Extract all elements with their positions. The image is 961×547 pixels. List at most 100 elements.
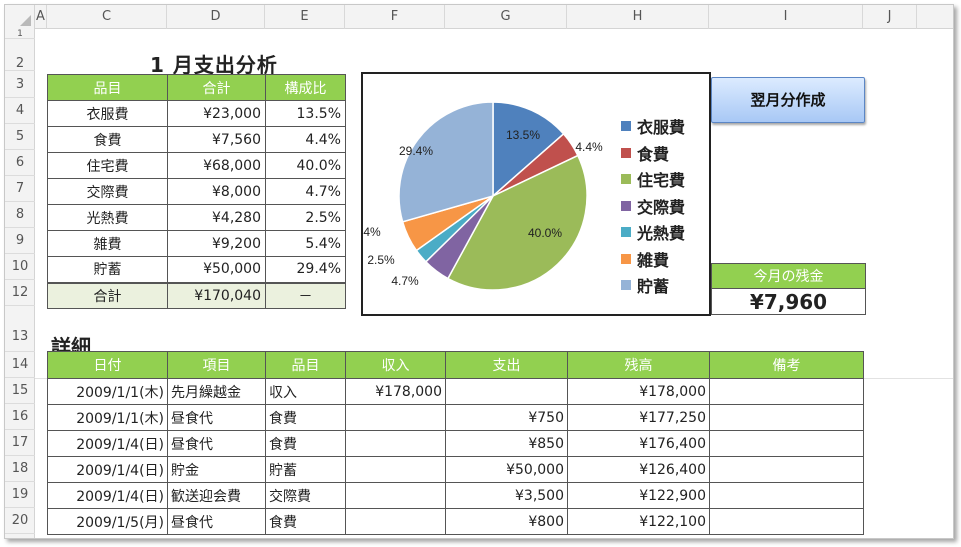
detail-balance[interactable]: ¥176,400 [567,430,710,457]
detail-item[interactable]: 昼食代 [167,430,266,457]
detail-notes[interactable] [709,508,864,535]
detail-item[interactable]: 昼食代 [167,404,266,431]
create-next-month-button[interactable]: 翌月分作成 [711,77,865,123]
row-header[interactable]: 7 [5,176,35,202]
summary-item-name[interactable]: 衣服費 [47,100,168,127]
select-all-corner[interactable] [5,5,35,29]
legend-item[interactable]: 食費 [621,140,685,167]
summary-item-name[interactable]: 住宅費 [47,152,168,179]
row-header[interactable]: 9 [5,228,35,254]
summary-item-amount[interactable]: ¥50,000 [167,256,266,283]
detail-category[interactable]: 交際費 [265,482,346,509]
detail-category[interactable]: 貯蓄 [265,456,346,483]
summary-item-amount[interactable]: ¥8,000 [167,178,266,205]
detail-expense[interactable] [445,378,568,405]
detail-balance[interactable]: ¥126,400 [567,456,710,483]
row-header[interactable]: 3 [5,71,35,98]
detail-income[interactable]: ¥178,000 [345,378,446,405]
column-header-a[interactable]: A [35,5,47,29]
detail-item[interactable]: 貯金 [167,456,266,483]
detail-balance[interactable]: ¥122,900 [567,482,710,509]
detail-balance[interactable]: ¥177,250 [567,404,710,431]
summary-item-ratio[interactable]: 40.0% [265,152,346,179]
summary-item-name[interactable]: 交際費 [47,178,168,205]
row-header[interactable]: 17 [5,430,35,456]
summary-item-amount[interactable]: ¥68,000 [167,152,266,179]
row-header[interactable]: 10 [5,254,35,280]
detail-expense[interactable]: ¥750 [445,404,568,431]
balance-value[interactable]: ¥7,960 [711,289,866,315]
detail-expense[interactable]: ¥850 [445,430,568,457]
detail-date[interactable]: 2009/1/1(木) [47,378,168,405]
detail-notes[interactable] [709,482,864,509]
column-header-h[interactable]: H [567,5,709,29]
chart-legend[interactable]: 衣服費 食費 住宅費 交際費 光熱費 雑費 貯蓄 [621,113,685,299]
summary-item-name[interactable]: 食費 [47,126,168,153]
row-header[interactable]: 4 [5,98,35,124]
summary-item-ratio[interactable]: 4.7% [265,178,346,205]
detail-income[interactable] [345,482,446,509]
column-header-f[interactable]: F [345,5,445,29]
row-header[interactable]: 18 [5,456,35,482]
detail-income[interactable] [345,456,446,483]
detail-notes[interactable] [709,378,864,405]
column-header-c[interactable]: C [47,5,167,29]
legend-item[interactable]: 雑費 [621,246,685,273]
summary-item-ratio[interactable]: 5.4% [265,230,346,257]
legend-item[interactable]: 交際費 [621,193,685,220]
summary-item-amount[interactable]: ¥9,200 [167,230,266,257]
detail-income[interactable] [345,404,446,431]
detail-date[interactable]: 2009/1/1(木) [47,404,168,431]
row-header[interactable]: 16 [5,404,35,430]
summary-item-amount[interactable]: ¥7,560 [167,126,266,153]
detail-balance[interactable]: ¥178,000 [567,378,710,405]
summary-item-ratio[interactable]: 4.4% [265,126,346,153]
row-header[interactable]: 1 [5,29,35,39]
legend-item[interactable]: 光熱費 [621,219,685,246]
summary-item-amount[interactable]: ¥4,280 [167,204,266,231]
detail-income[interactable] [345,508,446,535]
column-header-e[interactable]: E [265,5,345,29]
detail-expense[interactable]: ¥3,500 [445,482,568,509]
detail-date[interactable]: 2009/1/4(日) [47,430,168,457]
summary-total-ratio[interactable]: － [265,281,346,309]
row-header[interactable]: 14 [5,352,35,378]
detail-notes[interactable] [709,456,864,483]
detail-category[interactable]: 食費 [265,430,346,457]
detail-category[interactable]: 食費 [265,404,346,431]
detail-notes[interactable] [709,404,864,431]
detail-notes[interactable] [709,430,864,457]
detail-item[interactable]: 歓送迎会費 [167,482,266,509]
row-header[interactable]: 20 [5,508,35,534]
summary-item-ratio[interactable]: 13.5% [265,100,346,127]
detail-date[interactable]: 2009/1/5(月) [47,508,168,535]
row-header[interactable]: 5 [5,124,35,150]
row-header[interactable]: 8 [5,202,35,228]
summary-item-ratio[interactable]: 2.5% [265,204,346,231]
detail-category[interactable]: 食費 [265,508,346,535]
legend-item[interactable]: 住宅費 [621,166,685,193]
row-header[interactable]: 12 [5,280,35,306]
detail-date[interactable]: 2009/1/4(日) [47,482,168,509]
summary-item-amount[interactable]: ¥23,000 [167,100,266,127]
balance-label[interactable]: 今月の残金 [711,263,866,289]
summary-item-name[interactable]: 貯蓄 [47,256,168,283]
row-header[interactable]: 15 [5,378,35,404]
detail-balance[interactable]: ¥122,100 [567,508,710,535]
row-header[interactable]: 2 [5,39,35,71]
summary-item-name[interactable]: 雑費 [47,230,168,257]
detail-item[interactable]: 先月繰越金 [167,378,266,405]
row-header[interactable]: 6 [5,150,35,176]
column-header-d[interactable]: D [167,5,265,29]
detail-expense[interactable]: ¥800 [445,508,568,535]
legend-item[interactable]: 衣服費 [621,113,685,140]
detail-category[interactable]: 収入 [265,378,346,405]
detail-date[interactable]: 2009/1/4(日) [47,456,168,483]
summary-item-ratio[interactable]: 29.4% [265,256,346,283]
detail-item[interactable]: 昼食代 [167,508,266,535]
detail-income[interactable] [345,430,446,457]
row-header[interactable]: 19 [5,482,35,508]
legend-item[interactable]: 貯蓄 [621,272,685,299]
row-header[interactable]: 13 [5,306,35,352]
column-header-i[interactable]: I [709,5,863,29]
